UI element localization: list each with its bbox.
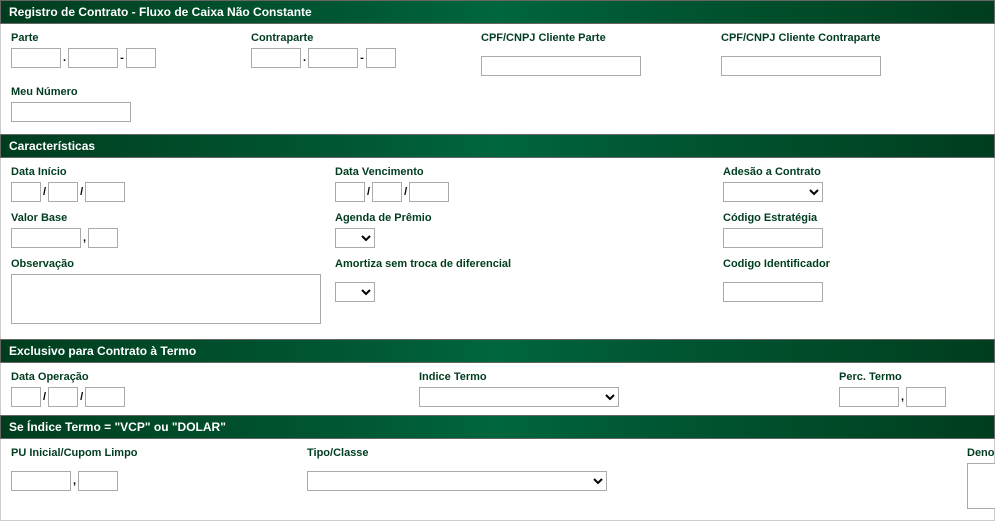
agenda-premio-select[interactable] bbox=[335, 228, 375, 248]
perc-termo-label: Perc. Termo bbox=[839, 371, 946, 383]
adesao-select[interactable] bbox=[723, 182, 823, 202]
data-inicio-d[interactable] bbox=[11, 182, 41, 202]
valor-base-label: Valor Base bbox=[11, 212, 335, 224]
cpf-parte-input[interactable] bbox=[481, 56, 641, 76]
meu-numero-label: Meu Número bbox=[11, 86, 131, 98]
sep-slash: / bbox=[78, 391, 85, 403]
codigo-identificador-label: Codigo Identificador bbox=[723, 258, 830, 270]
header-title: Exclusivo para Contrato à Termo bbox=[9, 344, 196, 358]
parte-input-2[interactable] bbox=[68, 48, 118, 68]
sep-dot: . bbox=[301, 52, 308, 64]
perc-termo-dec[interactable] bbox=[906, 387, 946, 407]
cpf-parte-label: CPF/CNPJ Cliente Parte bbox=[481, 32, 721, 44]
contraparte-input-2[interactable] bbox=[308, 48, 358, 68]
data-venc-d[interactable] bbox=[335, 182, 365, 202]
sep-comma: , bbox=[899, 391, 906, 403]
body-caracteristicas: Data Início / / Data Vencimento / / Ades… bbox=[0, 158, 995, 339]
sep-slash: / bbox=[365, 186, 372, 198]
data-op-y[interactable] bbox=[85, 387, 125, 407]
parte-input-1[interactable] bbox=[11, 48, 61, 68]
codigo-estrategia-input[interactable] bbox=[723, 228, 823, 248]
pu-inicial-int[interactable] bbox=[11, 471, 71, 491]
data-op-d[interactable] bbox=[11, 387, 41, 407]
header-vcp-dolar: Se Índice Termo = "VCP" ou "DOLAR" bbox=[0, 415, 995, 439]
denominacao-label: Denominação bbox=[967, 447, 995, 459]
indice-termo-label: Indice Termo bbox=[419, 371, 839, 383]
codigo-identificador-input[interactable] bbox=[723, 282, 823, 302]
contraparte-label: Contraparte bbox=[251, 32, 481, 44]
perc-termo-int[interactable] bbox=[839, 387, 899, 407]
header-title: Características bbox=[9, 139, 95, 153]
sep-comma: , bbox=[81, 232, 88, 244]
data-venc-m[interactable] bbox=[372, 182, 402, 202]
observacao-label: Observação bbox=[11, 258, 335, 270]
codigo-estrategia-label: Código Estratégia bbox=[723, 212, 823, 224]
denominacao-textarea[interactable] bbox=[967, 463, 995, 509]
data-inicio-label: Data Início bbox=[11, 166, 335, 178]
data-operacao-label: Data Operação bbox=[11, 371, 419, 383]
parte-label: Parte bbox=[11, 32, 251, 44]
data-op-m[interactable] bbox=[48, 387, 78, 407]
amortiza-select[interactable] bbox=[335, 282, 375, 302]
sep-slash: / bbox=[78, 186, 85, 198]
meu-numero-input[interactable] bbox=[11, 102, 131, 122]
cpf-contraparte-input[interactable] bbox=[721, 56, 881, 76]
sep-slash: / bbox=[402, 186, 409, 198]
sep-dash: - bbox=[358, 52, 366, 64]
header-title: Registro de Contrato - Fluxo de Caixa Nã… bbox=[9, 5, 312, 19]
adesao-label: Adesão a Contrato bbox=[723, 166, 823, 178]
header-termo: Exclusivo para Contrato à Termo bbox=[0, 339, 995, 363]
amortiza-label: Amortiza sem troca de diferencial bbox=[335, 258, 723, 270]
valor-base-dec[interactable] bbox=[88, 228, 118, 248]
parte-input-3[interactable] bbox=[126, 48, 156, 68]
sep-slash: / bbox=[41, 186, 48, 198]
body-registro: Parte . - Contraparte . - CPF/CNPJ Clien… bbox=[0, 24, 995, 134]
observacao-textarea[interactable] bbox=[11, 274, 321, 324]
pu-inicial-dec[interactable] bbox=[78, 471, 118, 491]
data-vencimento-label: Data Vencimento bbox=[335, 166, 723, 178]
sep-dot: . bbox=[61, 52, 68, 64]
data-venc-y[interactable] bbox=[409, 182, 449, 202]
contraparte-input-3[interactable] bbox=[366, 48, 396, 68]
cpf-contraparte-label: CPF/CNPJ Cliente Contraparte bbox=[721, 32, 961, 44]
body-vcp-dolar: PU Inicial/Cupom Limpo , Tipo/Classe Den… bbox=[0, 439, 995, 521]
sep-slash: / bbox=[41, 391, 48, 403]
valor-base-int[interactable] bbox=[11, 228, 81, 248]
header-title: Se Índice Termo = "VCP" ou "DOLAR" bbox=[9, 420, 226, 434]
tipo-classe-select[interactable] bbox=[307, 471, 607, 491]
data-inicio-y[interactable] bbox=[85, 182, 125, 202]
sep-comma: , bbox=[71, 475, 78, 487]
header-registro: Registro de Contrato - Fluxo de Caixa Nã… bbox=[0, 0, 995, 24]
tipo-classe-label: Tipo/Classe bbox=[307, 447, 967, 459]
data-inicio-m[interactable] bbox=[48, 182, 78, 202]
body-termo: Data Operação / / Indice Termo Perc. Ter… bbox=[0, 363, 995, 415]
indice-termo-select[interactable] bbox=[419, 387, 619, 407]
sep-dash: - bbox=[118, 52, 126, 64]
contraparte-input-1[interactable] bbox=[251, 48, 301, 68]
header-caracteristicas: Características bbox=[0, 134, 995, 158]
pu-inicial-label: PU Inicial/Cupom Limpo bbox=[11, 447, 307, 459]
agenda-premio-label: Agenda de Prêmio bbox=[335, 212, 723, 224]
